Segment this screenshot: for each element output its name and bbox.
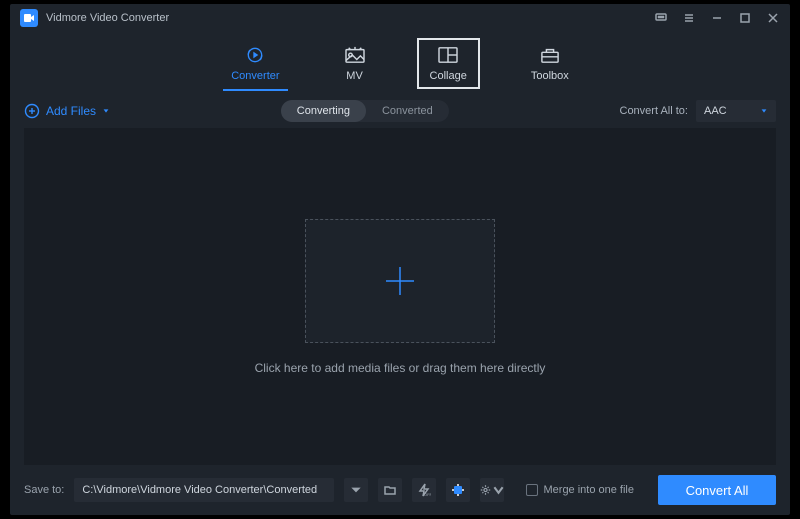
plus-icon: [383, 264, 417, 298]
tab-toolbox[interactable]: Toolbox: [523, 43, 577, 84]
tab-collage[interactable]: Collage: [422, 43, 475, 84]
convert-all-to-label: Convert All to:: [620, 105, 688, 117]
maximize-icon[interactable]: [738, 11, 752, 25]
chevron-down-icon: [760, 107, 768, 115]
tab-label: Toolbox: [531, 70, 569, 82]
main-panel: Click here to add media files or drag th…: [24, 128, 776, 465]
lightning-button[interactable]: OFF: [412, 478, 436, 502]
hw-accel-button[interactable]: [446, 478, 470, 502]
toolbar: Add Files Converting Converted Convert A…: [10, 94, 790, 128]
converter-icon: [244, 45, 266, 65]
tab-label: Converter: [231, 70, 279, 82]
tab-mv[interactable]: MV: [336, 43, 374, 84]
pill-converted[interactable]: Converted: [366, 100, 449, 122]
dropzone[interactable]: [305, 219, 495, 343]
tab-label: MV: [346, 70, 363, 82]
title-bar: Vidmore Video Converter: [10, 4, 790, 32]
status-pills: Converting Converted: [281, 100, 449, 122]
checkbox-box: [526, 484, 538, 496]
merge-label: Merge into one file: [544, 484, 635, 496]
mv-icon: [344, 45, 366, 65]
pill-converting[interactable]: Converting: [281, 100, 366, 122]
save-path-value: C:\Vidmore\Vidmore Video Converter\Conve…: [82, 484, 317, 496]
collage-icon: [437, 45, 459, 65]
settings-button[interactable]: [480, 478, 504, 502]
tab-label: Collage: [430, 70, 467, 82]
convert-all-button[interactable]: Convert All: [658, 475, 776, 505]
app-title: Vidmore Video Converter: [46, 12, 169, 24]
save-path-input[interactable]: C:\Vidmore\Vidmore Video Converter\Conve…: [74, 478, 334, 502]
minimize-icon[interactable]: [710, 11, 724, 25]
add-files-label: Add Files: [46, 104, 96, 118]
add-files-button[interactable]: Add Files: [24, 103, 110, 119]
merge-checkbox[interactable]: Merge into one file: [526, 484, 635, 496]
svg-text:OFF: OFF: [424, 492, 431, 497]
format-select[interactable]: AAC: [696, 100, 776, 122]
open-folder-button[interactable]: [378, 478, 402, 502]
chevron-down-icon: [102, 107, 110, 115]
main-tabs: Converter MV Collage Toolbox: [10, 32, 790, 94]
save-to-label: Save to:: [24, 484, 64, 496]
convert-all-to-group: Convert All to: AAC: [620, 100, 776, 122]
path-dropdown-button[interactable]: [344, 478, 368, 502]
window-controls: [654, 11, 780, 25]
tab-converter[interactable]: Converter: [223, 43, 287, 84]
app-logo-icon: [20, 9, 38, 27]
close-icon[interactable]: [766, 11, 780, 25]
toolbox-icon: [539, 45, 561, 65]
feedback-icon[interactable]: [654, 11, 668, 25]
bottom-bar: Save to: C:\Vidmore\Vidmore Video Conver…: [10, 465, 790, 515]
menu-icon[interactable]: [682, 11, 696, 25]
app-window: Vidmore Video Converter Converter MV Col…: [10, 4, 790, 515]
format-value: AAC: [704, 105, 727, 117]
dropzone-hint: Click here to add media files or drag th…: [255, 361, 546, 375]
